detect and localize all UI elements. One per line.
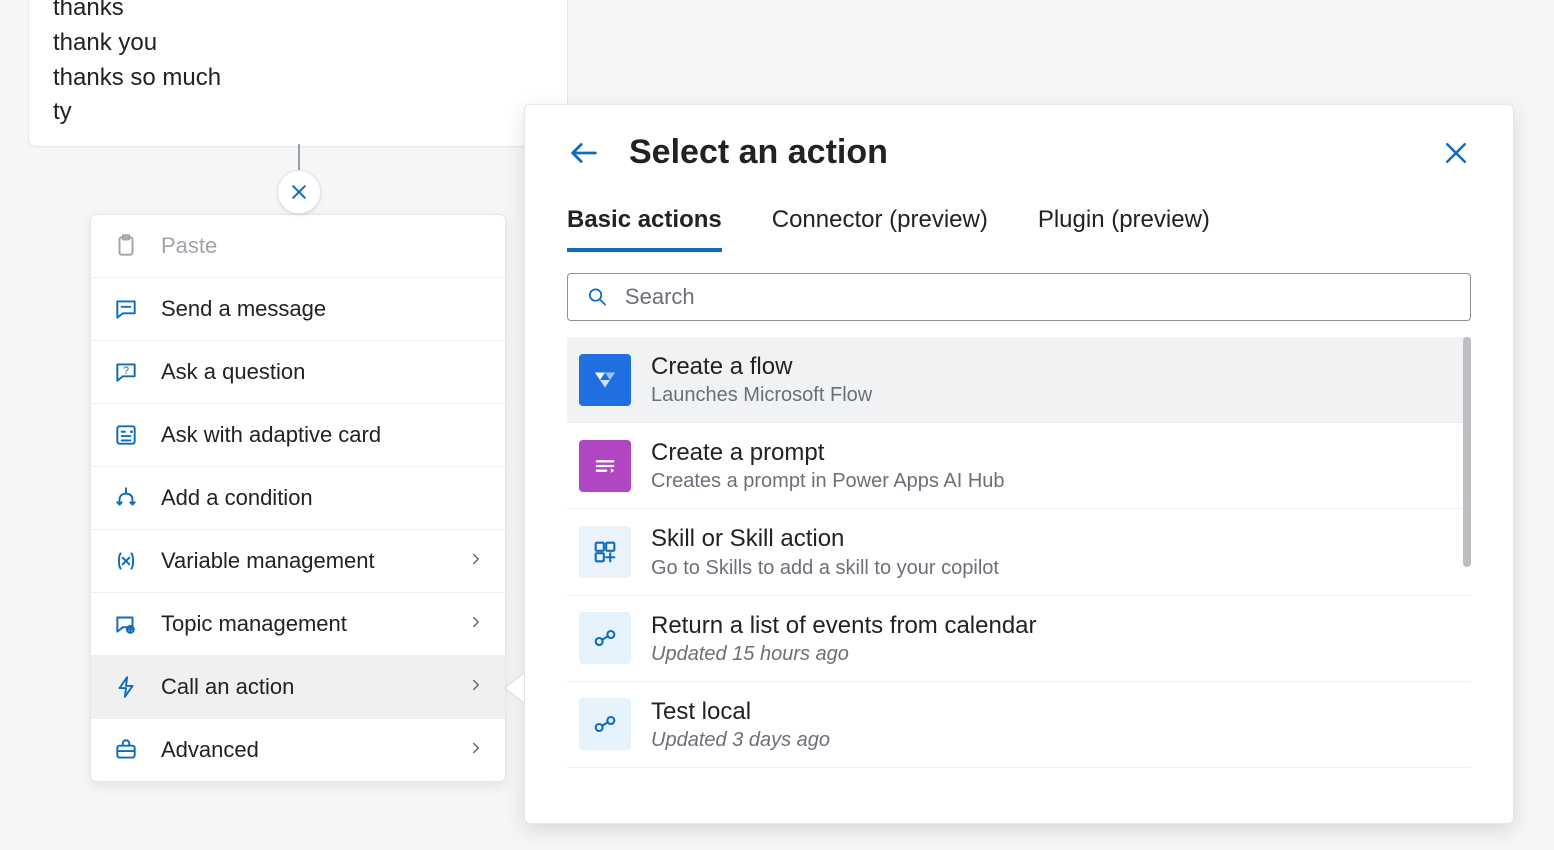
menu-item-label: Send a message	[161, 296, 326, 322]
chevron-right-icon	[467, 674, 485, 700]
menu-item-label: Variable management	[161, 548, 375, 574]
trigger-phrase: thanks	[53, 0, 543, 26]
scrollbar-thumb[interactable]	[1463, 337, 1471, 567]
tab-plugin[interactable]: Plugin (preview)	[1038, 200, 1210, 252]
menu-item-ask-question[interactable]: ? Ask a question	[91, 340, 505, 403]
action-sub: Updated 15 hours ago	[651, 641, 1037, 667]
action-sub: Creates a prompt in Power Apps AI Hub	[651, 468, 1005, 494]
menu-item-send-message[interactable]: Send a message	[91, 277, 505, 340]
tab-connector[interactable]: Connector (preview)	[772, 200, 988, 252]
cloud-flow-icon	[579, 698, 631, 750]
menu-item-advanced[interactable]: Advanced	[91, 718, 505, 781]
action-calendar-events[interactable]: Return a list of events from calendar Up…	[567, 596, 1471, 682]
action-title: Test local	[651, 696, 830, 727]
action-sub: Go to Skills to add a skill to your copi…	[651, 555, 999, 581]
action-title: Return a list of events from calendar	[651, 610, 1037, 641]
action-test-local[interactable]: Test local Updated 3 days ago	[567, 682, 1471, 768]
trigger-phrase: thanks so much	[53, 61, 543, 96]
action-create-flow[interactable]: Create a flow Launches Microsoft Flow	[567, 337, 1471, 423]
prompt-icon	[579, 440, 631, 492]
search-input[interactable]	[625, 284, 1452, 310]
menu-item-label: Call an action	[161, 674, 294, 700]
menu-item-ask-adaptive-card[interactable]: Ask with adaptive card	[91, 403, 505, 466]
arrow-left-icon	[567, 136, 601, 170]
node-context-menu: Paste Send a message ? Ask a question As…	[90, 214, 506, 782]
adaptive-card-icon	[111, 420, 141, 450]
search-box[interactable]	[567, 273, 1471, 321]
close-icon	[289, 182, 309, 202]
svg-text:?: ?	[123, 365, 129, 377]
action-create-prompt[interactable]: Create a prompt Creates a prompt in Powe…	[567, 423, 1471, 509]
action-title: Create a prompt	[651, 437, 1005, 468]
action-title: Skill or Skill action	[651, 523, 999, 554]
message-icon	[111, 294, 141, 324]
chevron-right-icon	[467, 548, 485, 574]
menu-item-paste[interactable]: Paste	[91, 215, 505, 277]
trigger-phrase: ty	[53, 95, 543, 130]
action-sub: Updated 3 days ago	[651, 727, 830, 753]
variable-icon	[111, 546, 141, 576]
menu-item-label: Topic management	[161, 611, 347, 637]
menu-item-topic-management[interactable]: Topic management	[91, 592, 505, 655]
select-action-panel: Select an action Basic actions Connector…	[524, 104, 1514, 824]
panel-header: Select an action	[567, 133, 1471, 172]
search-icon	[586, 285, 609, 309]
menu-item-add-condition[interactable]: Add a condition	[91, 466, 505, 529]
trigger-phrase: thank you	[53, 26, 543, 61]
skill-icon	[579, 526, 631, 578]
back-button[interactable]	[567, 136, 601, 170]
menu-item-call-action[interactable]: Call an action	[91, 655, 505, 718]
menu-item-label: Paste	[161, 233, 217, 259]
menu-item-label: Add a condition	[161, 485, 313, 511]
topic-icon	[111, 609, 141, 639]
menu-item-variable-management[interactable]: Variable management	[91, 529, 505, 592]
action-icon	[111, 672, 141, 702]
question-icon: ?	[111, 357, 141, 387]
flow-icon	[579, 354, 631, 406]
close-button[interactable]	[1441, 138, 1471, 168]
close-icon	[1441, 138, 1471, 168]
menu-item-label: Ask with adaptive card	[161, 422, 381, 448]
panel-tabs: Basic actions Connector (preview) Plugin…	[567, 200, 1471, 253]
chevron-right-icon	[467, 611, 485, 637]
menu-item-label: Ask a question	[161, 359, 305, 385]
action-title: Create a flow	[651, 351, 872, 382]
tab-basic-actions[interactable]: Basic actions	[567, 200, 722, 252]
toolbox-icon	[111, 735, 141, 765]
menu-item-label: Advanced	[161, 737, 259, 763]
action-sub: Launches Microsoft Flow	[651, 382, 872, 408]
actions-list: Create a flow Launches Microsoft Flow Cr…	[567, 337, 1471, 823]
add-node-button[interactable]	[277, 170, 321, 214]
condition-icon	[111, 483, 141, 513]
flyout-pointer	[506, 674, 524, 702]
action-skill[interactable]: Skill or Skill action Go to Skills to ad…	[567, 509, 1471, 595]
trigger-phrases-card: thanks thank you thanks so much ty	[28, 0, 568, 147]
chevron-right-icon	[467, 737, 485, 763]
panel-title: Select an action	[629, 133, 888, 172]
cloud-flow-icon	[579, 612, 631, 664]
paste-icon	[111, 231, 141, 261]
